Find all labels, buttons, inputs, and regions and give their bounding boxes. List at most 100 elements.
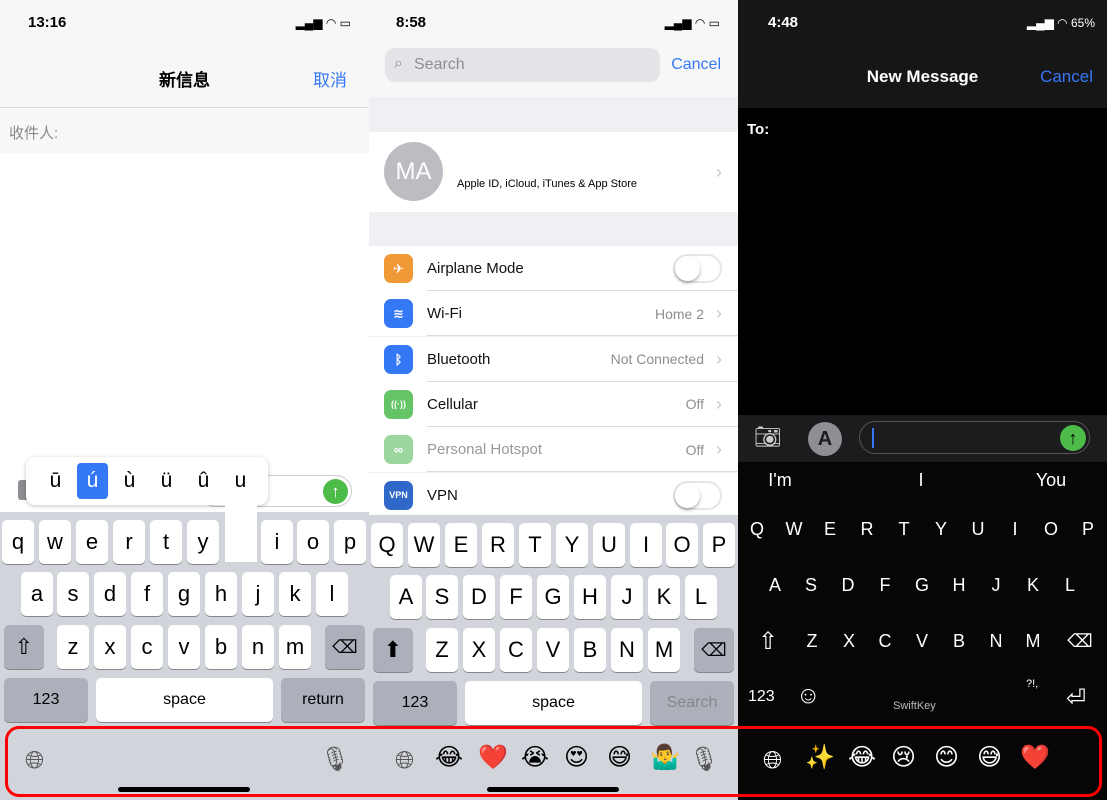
key-n[interactable]: n [242, 625, 274, 669]
emoji-suggestion[interactable]: 😢 [891, 743, 916, 772]
key-f[interactable]: F [500, 575, 532, 619]
accent-option[interactable]: û [188, 463, 219, 499]
shift-key[interactable]: ⇧ [4, 625, 44, 669]
key-i[interactable]: i [261, 520, 293, 564]
key-h[interactable]: H [574, 575, 606, 619]
emoji-suggestion[interactable]: 😂 [435, 743, 463, 772]
microphone-icon[interactable]: 🎙︎ [320, 745, 350, 774]
key-w[interactable]: W [778, 507, 810, 551]
key-y[interactable]: Y [556, 523, 588, 567]
key-o[interactable]: O [666, 523, 698, 567]
key-k[interactable]: k [279, 572, 311, 616]
key-s[interactable]: S [795, 563, 827, 607]
send-button[interactable]: ↑ [1060, 425, 1086, 451]
key-i[interactable]: I [999, 507, 1031, 551]
key-b[interactable]: b [205, 625, 237, 669]
toggle-switch[interactable] [673, 254, 722, 283]
key-m[interactable]: M [1017, 619, 1049, 663]
key-m[interactable]: m [279, 625, 311, 669]
emoji-suggestion[interactable]: ❤️ [478, 743, 508, 772]
emoji-suggestion[interactable]: 😊 [934, 743, 959, 772]
settings-row[interactable]: ᛒ Bluetooth Not Connected › [369, 336, 738, 382]
key-z[interactable]: z [57, 625, 89, 669]
microphone-icon[interactable]: 🎙︎ [689, 745, 719, 774]
return-key[interactable]: ⏎ [1066, 684, 1086, 713]
emoji-suggestion[interactable]: ✨ [805, 743, 835, 772]
key-k[interactable]: K [1017, 563, 1049, 607]
accent-option[interactable]: ù [114, 463, 145, 499]
globe-icon[interactable]: 🌐︎ [25, 747, 44, 775]
key-m[interactable]: M [648, 628, 680, 672]
key-b[interactable]: B [574, 628, 606, 672]
suggestion[interactable]: You [1021, 470, 1081, 491]
space-key[interactable]: space [465, 681, 642, 725]
cancel-button[interactable]: Cancel [671, 56, 721, 74]
key-c[interactable]: C [500, 628, 532, 672]
key-f[interactable]: F [869, 563, 901, 607]
suggestion[interactable]: I [891, 470, 951, 491]
app-store-icon[interactable]: A [808, 422, 842, 456]
space-key[interactable]: space [96, 678, 273, 722]
key-x[interactable]: X [463, 628, 495, 672]
emoji-suggestion[interactable]: 😍 [564, 743, 589, 772]
emoji-suggestion[interactable]: ❤️ [1020, 743, 1050, 772]
search-input[interactable]: ⌕ Search [385, 48, 660, 82]
key-s[interactable]: s [57, 572, 89, 616]
key-x[interactable]: x [94, 625, 126, 669]
punctuation-key[interactable]: ?!, [1026, 678, 1038, 690]
settings-row[interactable]: ((·)) Cellular Off › [369, 381, 738, 427]
key-g[interactable]: g [168, 572, 200, 616]
key-t[interactable]: T [519, 523, 551, 567]
cancel-button[interactable]: 取消 [313, 66, 347, 91]
key-h[interactable]: H [943, 563, 975, 607]
key-a[interactable]: a [21, 572, 53, 616]
shift-key[interactable]: ⬆ [373, 628, 413, 672]
key-x[interactable]: X [833, 619, 865, 663]
key-i[interactable]: I [630, 523, 662, 567]
key-o[interactable]: o [297, 520, 329, 564]
delete-key[interactable]: ⌫ [1060, 619, 1100, 663]
recipient-field[interactable]: 收件人: [0, 109, 369, 153]
key-h[interactable]: h [205, 572, 237, 616]
emoji-suggestion[interactable]: 😅 [977, 743, 1002, 772]
numbers-key[interactable]: 123 [4, 678, 88, 722]
key-p[interactable]: p [334, 520, 366, 564]
key-c[interactable]: c [131, 625, 163, 669]
key-j[interactable]: J [980, 563, 1012, 607]
key-a[interactable]: A [759, 563, 791, 607]
key-q[interactable]: Q [371, 523, 403, 567]
key-p[interactable]: P [703, 523, 735, 567]
key-l[interactable]: L [685, 575, 717, 619]
settings-row[interactable]: ≋ Wi-Fi Home 2 › [369, 291, 738, 337]
key-k[interactable]: K [648, 575, 680, 619]
key-t[interactable]: T [888, 507, 920, 551]
key-g[interactable]: G [906, 563, 938, 607]
key-c[interactable]: C [869, 619, 901, 663]
key-l[interactable]: L [1054, 563, 1086, 607]
accent-option[interactable]: ü [151, 463, 182, 499]
key-z[interactable]: Z [796, 619, 828, 663]
key-y[interactable]: y [187, 520, 219, 564]
key-n[interactable]: N [980, 619, 1012, 663]
emoji-suggestion[interactable]: 🤷‍♂️ [650, 743, 680, 772]
key-v[interactable]: V [537, 628, 569, 672]
key-e[interactable]: E [814, 507, 846, 551]
key-u[interactable]: U [962, 507, 994, 551]
key-g[interactable]: G [537, 575, 569, 619]
emoji-suggestion[interactable]: 😂 [848, 743, 876, 772]
key-u[interactable]: U [593, 523, 625, 567]
key-e[interactable]: E [445, 523, 477, 567]
key-a[interactable]: A [390, 575, 422, 619]
key-b[interactable]: B [943, 619, 975, 663]
shift-key[interactable]: ⇧ [748, 619, 788, 663]
suggestion[interactable]: I'm [750, 470, 810, 491]
key-v[interactable]: v [168, 625, 200, 669]
key-y[interactable]: Y [925, 507, 957, 551]
key-z[interactable]: Z [426, 628, 458, 672]
key-j[interactable]: j [242, 572, 274, 616]
key-r[interactable]: r [113, 520, 145, 564]
key-o[interactable]: O [1035, 507, 1067, 551]
key-n[interactable]: N [611, 628, 643, 672]
emoji-key-icon[interactable]: ☺ [796, 682, 821, 710]
accent-option[interactable]: ú [77, 463, 108, 499]
